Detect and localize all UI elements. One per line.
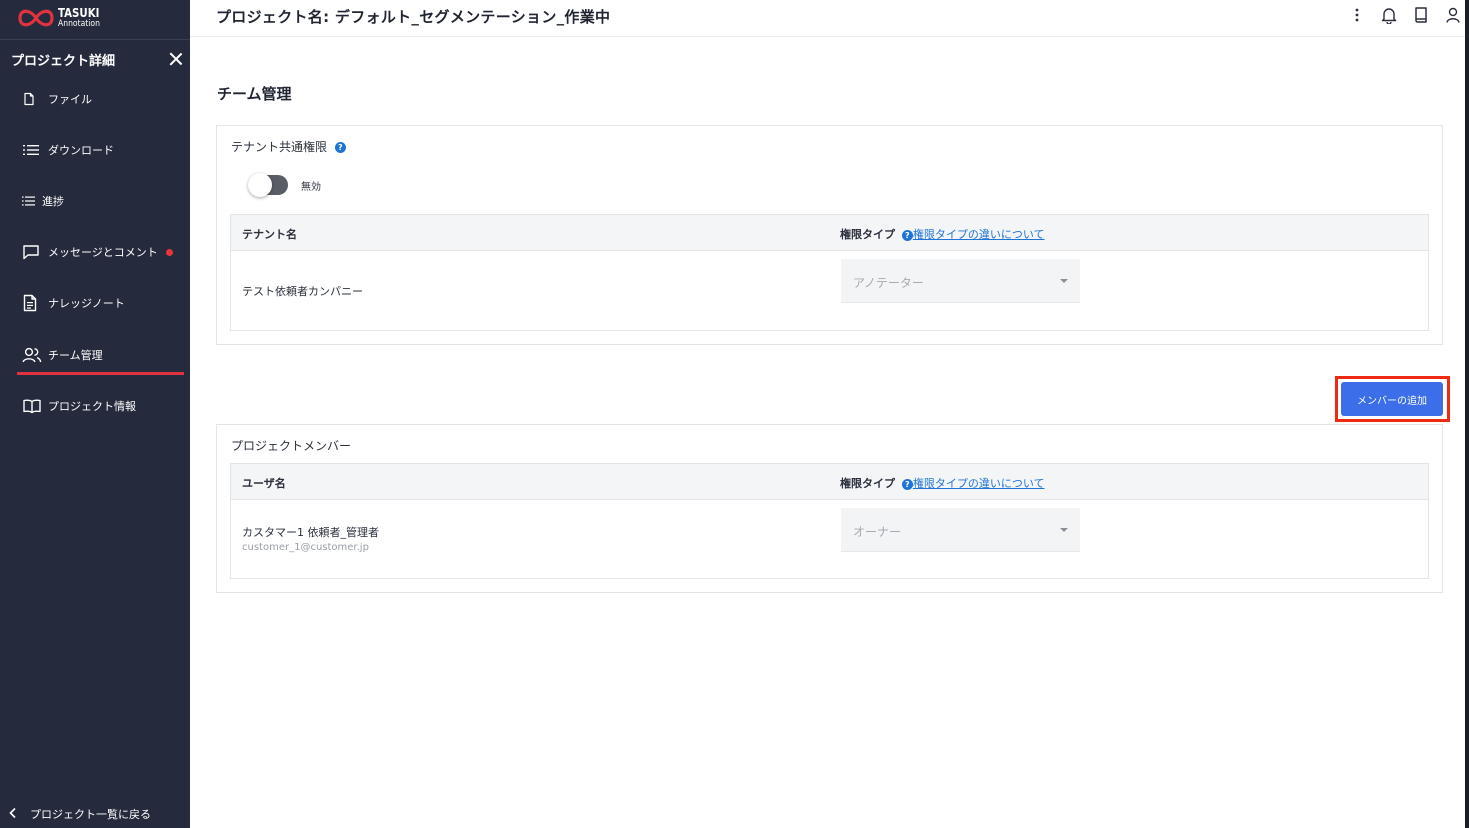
member-email-cell: customer_1@customer.jp — [242, 542, 369, 553]
user-icon[interactable] — [1443, 5, 1463, 25]
sidebar-item-label: ダウンロード — [48, 144, 114, 157]
tasuki-logo-icon — [18, 9, 54, 27]
book-icon[interactable] — [1411, 5, 1431, 25]
page-title: プロジェクト名: デフォルト_セグメンテーション_作業中 — [216, 8, 611, 26]
column-header-username: ユーザ名 — [242, 477, 286, 490]
table-header: ユーザ名 権限タイプ ? 権限タイプの違いについて — [231, 464, 1428, 500]
document-icon — [22, 293, 42, 313]
active-indicator — [17, 372, 184, 375]
logo-name: TASUKI — [58, 6, 100, 20]
sidebar-title: プロジェクト詳細 — [11, 53, 116, 69]
back-label: プロジェクト一覧に戻る — [30, 808, 151, 821]
chevron-down-icon — [1060, 279, 1068, 283]
close-icon[interactable] — [169, 52, 183, 66]
sidebar-item-knowledge[interactable]: ナレッジノート — [22, 293, 125, 313]
table-header: テナント名 権限タイプ ? 権限タイプの違いについて — [231, 215, 1428, 251]
tenant-role-select[interactable]: アノテーター — [841, 259, 1080, 303]
tenant-name-cell: テスト依頼者カンパニー — [242, 285, 363, 298]
sidebar-item-label: ナレッジノート — [48, 297, 125, 310]
sidebar-item-label: メッセージとコメント — [48, 246, 158, 259]
member-name-cell: カスタマー1 依頼者_管理者 — [242, 526, 379, 539]
help-icon[interactable]: ? — [334, 142, 346, 153]
sidebar-header: プロジェクト詳細 — [11, 50, 183, 69]
help-icon: ? — [901, 478, 913, 490]
column-header-role: 権限タイプ ? 権限タイプの違いについて — [840, 477, 1045, 490]
sidebar-item-progress[interactable]: 進捗 — [22, 191, 64, 211]
tenant-permission-toggle[interactable] — [248, 173, 288, 197]
list-icon — [22, 191, 36, 211]
help-icon: ? — [901, 229, 913, 241]
sidebar-item-label: チーム管理 — [48, 349, 103, 362]
member-role-select[interactable]: オーナー — [841, 508, 1080, 552]
bell-icon[interactable] — [1379, 5, 1399, 25]
sidebar-item-project-info[interactable]: プロジェクト情報 — [22, 396, 136, 416]
sidebar-item-files[interactable]: ファイル — [22, 89, 92, 109]
chevron-down-icon — [1060, 528, 1068, 532]
window-edge — [1465, 0, 1469, 828]
select-value: オーナー — [853, 525, 902, 539]
file-icon — [22, 89, 42, 109]
tasuki-logo[interactable]: TASUKI Annotation — [16, 3, 107, 33]
logo-subtitle: Annotation — [58, 19, 100, 29]
book-icon — [22, 396, 42, 416]
tenant-table: テナント名 権限タイプ ? 権限タイプの違いについて テスト依頼者カンパニー アノ… — [230, 214, 1429, 331]
sidebar-divider — [0, 39, 190, 40]
back-to-projects-link[interactable]: プロジェクト一覧に戻る — [8, 804, 151, 824]
section-title: チーム管理 — [217, 85, 292, 103]
chevron-left-icon — [8, 807, 22, 822]
list-icon — [22, 140, 42, 160]
sidebar: TASUKI Annotation プロジェクト詳細 ファイル ダウンロード 進… — [0, 0, 190, 828]
toggle-status-label: 無効 — [301, 182, 321, 193]
sidebar-item-label: ファイル — [48, 93, 92, 106]
add-member-button[interactable]: メンバーの追加 — [1341, 382, 1443, 416]
role-difference-link[interactable]: 権限タイプの違いについて — [913, 228, 1045, 241]
role-difference-link[interactable]: 権限タイプの違いについて — [913, 477, 1045, 490]
top-bar: プロジェクト名: デフォルト_セグメンテーション_作業中 — [190, 0, 1469, 37]
message-icon — [22, 242, 42, 262]
team-icon — [22, 345, 42, 365]
sidebar-item-label: 進捗 — [42, 195, 64, 208]
select-value: アノテーター — [853, 276, 924, 290]
project-members-label: プロジェクトメンバー — [231, 439, 352, 453]
column-header-role: 権限タイプ ? 権限タイプの違いについて — [840, 228, 1045, 241]
more-vertical-icon[interactable] — [1347, 5, 1367, 25]
column-header-tenant-name: テナント名 — [242, 228, 297, 241]
tenant-permission-label: テナント共通権限 ? — [231, 138, 346, 155]
sidebar-item-team[interactable]: チーム管理 — [22, 345, 103, 365]
unread-badge — [165, 248, 173, 256]
sidebar-item-label: プロジェクト情報 — [48, 400, 136, 413]
members-table: ユーザ名 権限タイプ ? 権限タイプの違いについて カスタマー1 依頼者_管理者 … — [230, 463, 1429, 579]
sidebar-item-messages[interactable]: メッセージとコメント — [22, 242, 173, 262]
sidebar-item-download[interactable]: ダウンロード — [22, 140, 114, 160]
